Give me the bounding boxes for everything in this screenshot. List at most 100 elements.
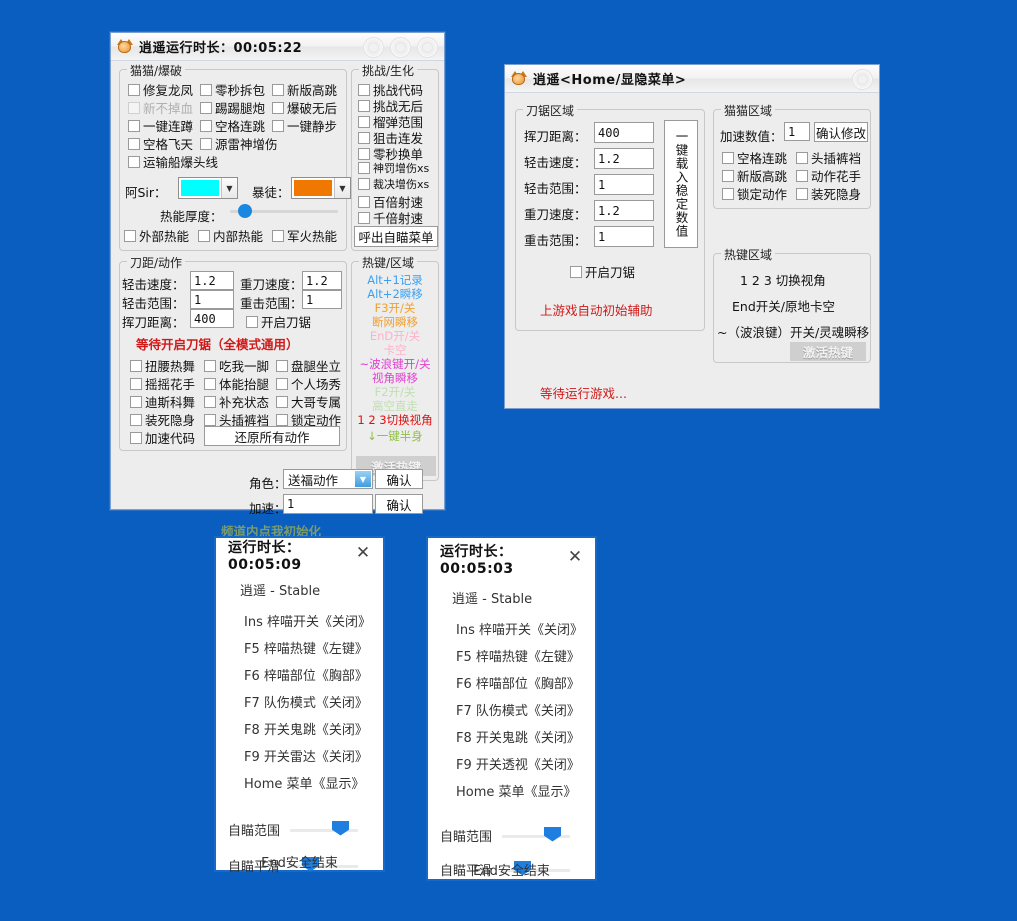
menu-swing-distance-input[interactable]: [594, 122, 654, 143]
menu-activate-hotkey-button[interactable]: 激活热键: [790, 342, 866, 361]
menu-checkbox-new-high-jump[interactable]: 新版高跳: [722, 166, 787, 185]
menu-window-titlebar[interactable]: 逍遥<Home/显隐菜单>: [505, 65, 879, 93]
heavy-speed-input[interactable]: [302, 271, 342, 290]
checkbox-box[interactable]: [358, 162, 370, 174]
checkbox-box[interactable]: [200, 137, 212, 150]
checkbox-box[interactable]: [204, 377, 216, 390]
checkbox-no-blood-loss[interactable]: 新不掉血: [128, 98, 193, 117]
checkbox-space-fly[interactable]: 空格飞天: [128, 134, 193, 153]
chevron-down-icon[interactable]: ▼: [334, 178, 350, 198]
checkbox-speed-code[interactable]: 加速代码: [130, 428, 195, 447]
heavy-range-input[interactable]: [302, 290, 342, 309]
checkbox-box[interactable]: [358, 147, 370, 160]
main-window-titlebar[interactable]: 逍遥运行时长：00:05:22: [111, 33, 444, 61]
checkbox-box[interactable]: [128, 119, 140, 132]
minimize-button[interactable]: [363, 37, 384, 58]
checkbox-kick-me[interactable]: 吃我一脚: [204, 356, 269, 375]
checkbox-box[interactable]: [358, 178, 370, 190]
open-aimbot-menu-button[interactable]: 呼出自瞄菜单: [354, 226, 438, 247]
checkbox-flower-hands[interactable]: 摇摇花手: [130, 374, 195, 393]
close-icon[interactable]: ✕: [567, 549, 583, 566]
slider-knob[interactable]: [544, 826, 561, 842]
checkbox-box[interactable]: [128, 155, 140, 168]
menu-checkbox-head-in-crotch[interactable]: 头插裤裆: [796, 148, 861, 167]
close-icon[interactable]: ✕: [355, 545, 371, 562]
checkbox-internal-heat[interactable]: 内部热能: [198, 226, 263, 245]
menu-heavy-speed-input[interactable]: [594, 200, 654, 221]
checkbox-ordnance-heat[interactable]: 军火热能: [272, 226, 337, 245]
checkbox-personal-show[interactable]: 个人场秀: [276, 374, 341, 393]
menu-accel-input[interactable]: [784, 122, 810, 141]
checkbox-one-key-silent-walk[interactable]: 一键静步: [272, 116, 337, 135]
checkbox-boss-exclusive[interactable]: 大哥专属: [276, 392, 341, 411]
checkbox-box[interactable]: [198, 229, 210, 242]
checkbox-box[interactable]: [796, 151, 808, 164]
checkbox-box[interactable]: [796, 169, 808, 182]
heat-thickness-slider[interactable]: [230, 204, 338, 218]
checkbox-box[interactable]: [358, 115, 370, 128]
checkbox-box[interactable]: [130, 431, 142, 444]
chevron-down-icon[interactable]: ▼: [355, 471, 371, 487]
close-button[interactable]: [417, 37, 438, 58]
menu-checkbox-fancy-hands[interactable]: 动作花手: [796, 166, 861, 185]
checkbox-enable-chainsaw[interactable]: 开启刀锯: [246, 312, 311, 331]
menu-checkbox-enable-chainsaw[interactable]: 开启刀锯: [570, 262, 635, 281]
checkbox-box[interactable]: [130, 359, 142, 372]
checkbox-box[interactable]: [130, 377, 142, 390]
checkbox-box[interactable]: [358, 211, 370, 224]
aim-range-slider[interactable]: [290, 820, 358, 837]
checkbox-waist-dance[interactable]: 扭腰热舞: [130, 356, 195, 375]
role-confirm-button[interactable]: 确认: [375, 469, 423, 489]
confirm-modify-button[interactable]: 确认修改: [814, 122, 868, 142]
maximize-button[interactable]: [390, 37, 411, 58]
checkbox-box[interactable]: [276, 413, 288, 426]
checkbox-box[interactable]: [204, 359, 216, 372]
checkbox-external-heat[interactable]: 外部热能: [124, 226, 189, 245]
checkbox-replenish-state[interactable]: 补充状态: [204, 392, 269, 411]
role-select[interactable]: 送福动作 ▼: [283, 469, 373, 489]
checkbox-box[interactable]: [796, 187, 808, 200]
checkbox-box[interactable]: [272, 101, 284, 114]
checkbox-box[interactable]: [204, 413, 216, 426]
menu-window-controls[interactable]: [852, 69, 873, 90]
checkbox-box[interactable]: [272, 119, 284, 132]
aim-range-slider[interactable]: [502, 826, 570, 843]
checkbox-box[interactable]: [722, 169, 734, 182]
menu-heavy-range-input[interactable]: [594, 226, 654, 247]
checkbox-leg-raise[interactable]: 体能抬腿: [204, 374, 269, 393]
checkbox-play-dead-stealth[interactable]: 装死隐身: [130, 410, 195, 429]
checkbox-box[interactable]: [358, 99, 370, 112]
overlay-left-slider-range[interactable]: 自瞄范围: [228, 820, 358, 839]
checkbox-box[interactable]: [200, 83, 212, 96]
checkbox-box[interactable]: [358, 83, 370, 96]
menu-light-range-input[interactable]: [594, 174, 654, 195]
checkbox-box[interactable]: [128, 83, 140, 96]
checkbox-transport-headline[interactable]: 运输船爆头线: [128, 152, 218, 171]
checkbox-disco-dance[interactable]: 迪斯科舞: [130, 392, 195, 411]
speed-confirm-button[interactable]: 确认: [375, 494, 423, 514]
checkbox-box[interactable]: [276, 395, 288, 408]
checkbox-box[interactable]: [124, 229, 136, 242]
checkbox-box[interactable]: [272, 83, 284, 96]
slider-knob[interactable]: [238, 204, 252, 218]
checkbox-zero-sec-unpack[interactable]: 零秒拆包: [200, 80, 265, 99]
checkbox-repair-longfeng[interactable]: 修复龙凤: [128, 80, 193, 99]
overlay-right-slider-range[interactable]: 自瞄范围: [440, 826, 570, 845]
checkbox-box[interactable]: [130, 413, 142, 426]
checkbox-box[interactable]: [276, 377, 288, 390]
checkbox-box[interactable]: [204, 395, 216, 408]
checkbox-box[interactable]: [246, 315, 258, 328]
color-b-swatch[interactable]: ▼: [291, 177, 351, 199]
restore-all-actions-button[interactable]: 还原所有动作: [204, 426, 340, 446]
speed-input[interactable]: [283, 494, 373, 514]
checkbox-one-key-crouch[interactable]: 一键连蹲: [128, 116, 193, 135]
menu-light-speed-input[interactable]: [594, 148, 654, 169]
checkbox-judgement-damage[interactable]: 裁决增伤xs: [358, 176, 429, 192]
checkbox-box[interactable]: [272, 229, 284, 242]
checkbox-box[interactable]: [128, 137, 140, 150]
checkbox-box[interactable]: [570, 265, 582, 278]
checkbox-box[interactable]: [722, 187, 734, 200]
checkbox-box[interactable]: [276, 359, 288, 372]
menu-checkbox-play-dead-stealth[interactable]: 装死隐身: [796, 184, 861, 203]
menu-checkbox-lock-action[interactable]: 锁定动作: [722, 184, 787, 203]
